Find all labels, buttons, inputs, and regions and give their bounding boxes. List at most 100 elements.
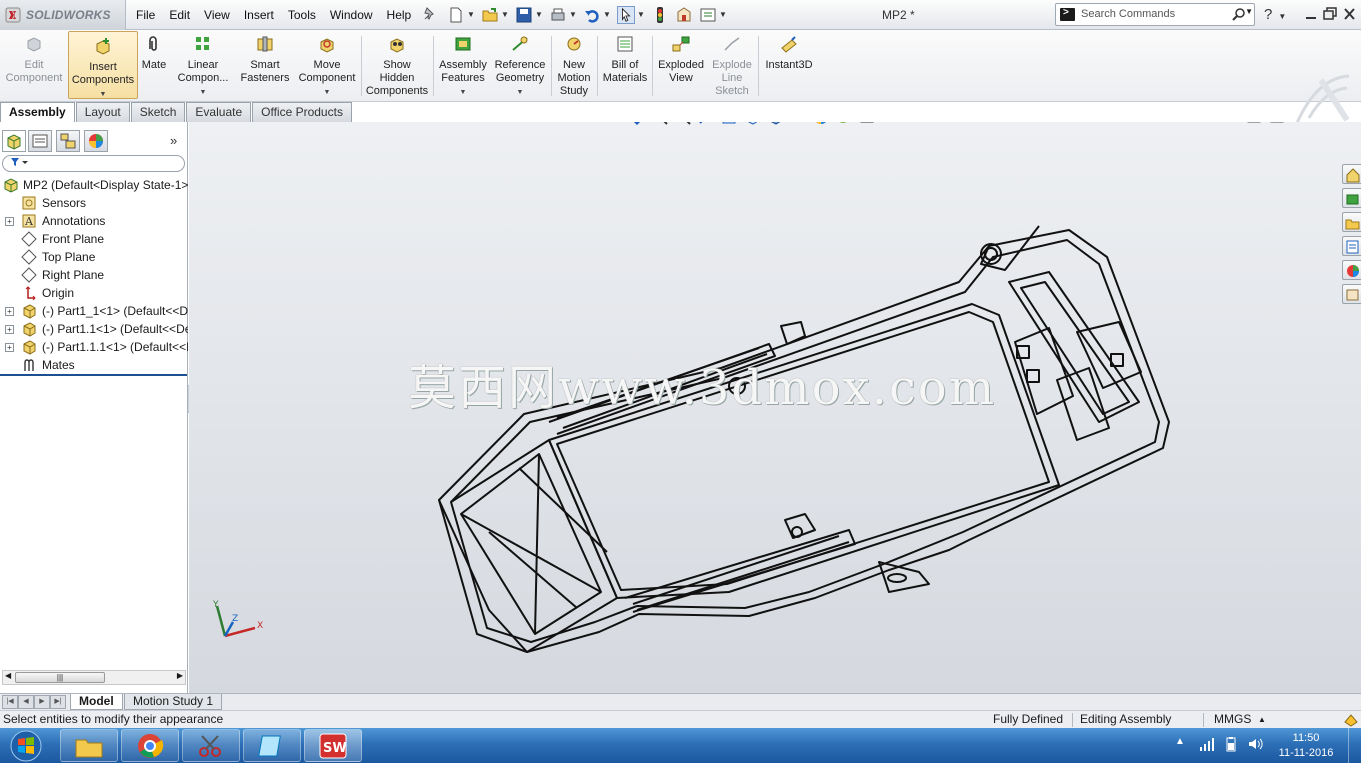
tab-sketch[interactable]: Sketch xyxy=(130,102,186,122)
tree-item-front-plane[interactable]: Front Plane xyxy=(0,230,188,248)
mate-button[interactable]: Mate xyxy=(140,30,168,102)
hide-show-items-icon[interactable] xyxy=(790,122,806,125)
tree-item-mates[interactable]: Mates xyxy=(0,356,188,374)
unit-system-dropdown-icon[interactable]: ▲ xyxy=(1258,711,1266,728)
new-motion-study-button[interactable]: New Motion Study xyxy=(553,30,595,102)
assembly-features-button[interactable]: Assembly Features ▼ xyxy=(436,30,490,102)
feature-tree-tab[interactable] xyxy=(2,130,26,152)
linear-component-pattern-button[interactable]: Linear Compon... ▼ xyxy=(172,30,234,102)
graphics-area[interactable]: 莫西网www.3dmox.com Y X Z xyxy=(189,122,1361,693)
volume-icon[interactable] xyxy=(1247,736,1263,752)
zoom-to-fit-icon[interactable] xyxy=(629,122,645,125)
tree-root-assembly[interactable]: MP2 (Default<Display State-1>) xyxy=(0,176,188,194)
taskbar-clock[interactable]: 11:50 11-11-2016 xyxy=(1274,731,1338,761)
viewport-layout-icon[interactable] xyxy=(1270,122,1284,123)
tab-layout[interactable]: Layout xyxy=(75,102,130,122)
viewport-minimize-icon[interactable] xyxy=(1293,122,1307,123)
undo-icon[interactable] xyxy=(583,6,601,24)
tree-item-part1-1[interactable]: + (-) Part1_1<1> (Default<<Default> xyxy=(0,302,188,320)
insert-components-button[interactable]: Insert Components ▼ xyxy=(68,31,138,99)
new-document-icon[interactable] xyxy=(447,6,465,24)
tree-item-origin[interactable]: Origin xyxy=(0,284,188,302)
property-manager-tab[interactable] xyxy=(28,130,52,152)
tree-item-sensors[interactable]: Sensors xyxy=(0,194,188,212)
custom-properties-tab[interactable] xyxy=(1342,284,1361,304)
search-commands-box[interactable]: Search Commands ▼ xyxy=(1055,3,1255,26)
menu-edit[interactable]: Edit xyxy=(169,8,190,22)
menu-tools[interactable]: Tools xyxy=(288,8,316,22)
help-icon[interactable]: ? ▼ xyxy=(1264,6,1286,23)
menu-insert[interactable]: Insert xyxy=(244,8,274,22)
configuration-manager-tab[interactable] xyxy=(56,130,80,152)
save-dropdown-icon[interactable]: ▼ xyxy=(535,6,543,24)
tab-motion-study-1[interactable]: Motion Study 1 xyxy=(124,694,223,710)
expand-panel-icon[interactable]: » xyxy=(170,133,177,148)
tooltip-icon[interactable] xyxy=(1344,713,1358,727)
viewport-restore-icon[interactable] xyxy=(1316,122,1330,123)
reference-geometry-dropdown-icon[interactable]: ▼ xyxy=(492,86,548,99)
tab-office-products[interactable]: Office Products xyxy=(252,102,352,122)
unit-system-selector[interactable]: MMGS xyxy=(1214,711,1251,728)
dynamic-annotation-icon[interactable] xyxy=(721,122,737,125)
tree-item-part1-1-b[interactable]: + (-) Part1.1<1> (Default<<Default> xyxy=(0,320,188,338)
save-icon[interactable] xyxy=(515,6,533,24)
tree-item-top-plane[interactable]: Top Plane xyxy=(0,248,188,266)
taskbar-snipping-tool[interactable] xyxy=(182,729,240,762)
open-dropdown-icon[interactable]: ▼ xyxy=(501,6,509,24)
reference-geometry-button[interactable]: Reference Geometry ▼ xyxy=(492,30,548,102)
filter-icon[interactable] xyxy=(9,156,29,171)
view-settings-icon[interactable] xyxy=(859,122,875,125)
taskbar-file-explorer[interactable] xyxy=(60,729,118,762)
minimize-icon[interactable] xyxy=(1303,6,1320,22)
expand-icon[interactable]: + xyxy=(5,325,14,334)
edit-appearance-icon[interactable] xyxy=(813,122,829,125)
tab-model[interactable]: Model xyxy=(70,694,123,710)
menu-help[interactable]: Help xyxy=(387,8,412,22)
tab-evaluate[interactable]: Evaluate xyxy=(186,102,252,122)
zoom-to-area-icon[interactable] xyxy=(652,122,668,125)
show-hidden-components-button[interactable]: Show Hidden Components xyxy=(364,30,430,102)
battery-icon[interactable] xyxy=(1223,736,1239,752)
scroll-left-icon[interactable]: ◀ xyxy=(5,671,11,680)
windows-start-button[interactable] xyxy=(4,729,44,763)
next-tab-icon[interactable]: ▶ xyxy=(34,695,50,709)
assembly-features-dropdown-icon[interactable]: ▼ xyxy=(436,86,490,99)
linear-component-dropdown-icon[interactable]: ▼ xyxy=(172,86,234,99)
move-component-dropdown-icon[interactable]: ▼ xyxy=(296,86,358,99)
file-explorer-tab[interactable] xyxy=(1342,212,1361,232)
tree-horizontal-scrollbar[interactable]: ◀ ||| ▶ xyxy=(2,670,186,685)
last-tab-icon[interactable]: ▶| xyxy=(50,695,66,709)
prev-tab-icon[interactable]: ◀ xyxy=(18,695,34,709)
new-dropdown-icon[interactable]: ▼ xyxy=(467,6,475,24)
show-desktop-button[interactable] xyxy=(1348,728,1361,763)
viewport-close-icon[interactable] xyxy=(1339,122,1353,123)
menu-window[interactable]: Window xyxy=(330,8,373,22)
print-dropdown-icon[interactable]: ▼ xyxy=(569,6,577,24)
solidworks-logo[interactable]: SOLIDWORKS xyxy=(0,0,126,30)
tree-item-part1-1-1[interactable]: + (-) Part1.1.1<1> (Default<<Default> xyxy=(0,338,188,356)
open-folder-icon[interactable] xyxy=(481,6,499,24)
instant3d-button[interactable]: Instant3D xyxy=(761,30,817,102)
move-component-button[interactable]: Move Component ▼ xyxy=(296,30,358,102)
rebuild-traffic-light-icon[interactable] xyxy=(651,6,669,24)
insert-components-dropdown-icon[interactable]: ▼ xyxy=(69,88,137,101)
search-dropdown-icon[interactable]: ▼ xyxy=(1245,7,1253,16)
menu-file[interactable]: File xyxy=(136,8,155,22)
split-view-icon[interactable] xyxy=(1247,122,1261,123)
select-dropdown-icon[interactable]: ▼ xyxy=(637,6,645,24)
options-icon[interactable] xyxy=(699,6,717,24)
bill-of-materials-button[interactable]: Bill of Materials xyxy=(600,30,650,102)
scroll-thumb[interactable]: ||| xyxy=(15,672,105,683)
menu-view[interactable]: View xyxy=(204,8,230,22)
smart-fasteners-button[interactable]: Smart Fasteners xyxy=(238,30,292,102)
print-icon[interactable] xyxy=(549,6,567,24)
apply-scene-icon[interactable] xyxy=(836,122,852,125)
undo-dropdown-icon[interactable]: ▼ xyxy=(603,6,611,24)
tree-filter-field[interactable] xyxy=(2,155,185,172)
taskbar-notes-app[interactable] xyxy=(243,729,301,762)
tree-item-annotations[interactable]: + A Annotations xyxy=(0,212,188,230)
section-view-icon[interactable] xyxy=(698,122,714,125)
previous-view-icon[interactable] xyxy=(675,122,691,125)
pin-icon[interactable] xyxy=(422,6,438,22)
tab-assembly[interactable]: Assembly xyxy=(0,102,75,122)
